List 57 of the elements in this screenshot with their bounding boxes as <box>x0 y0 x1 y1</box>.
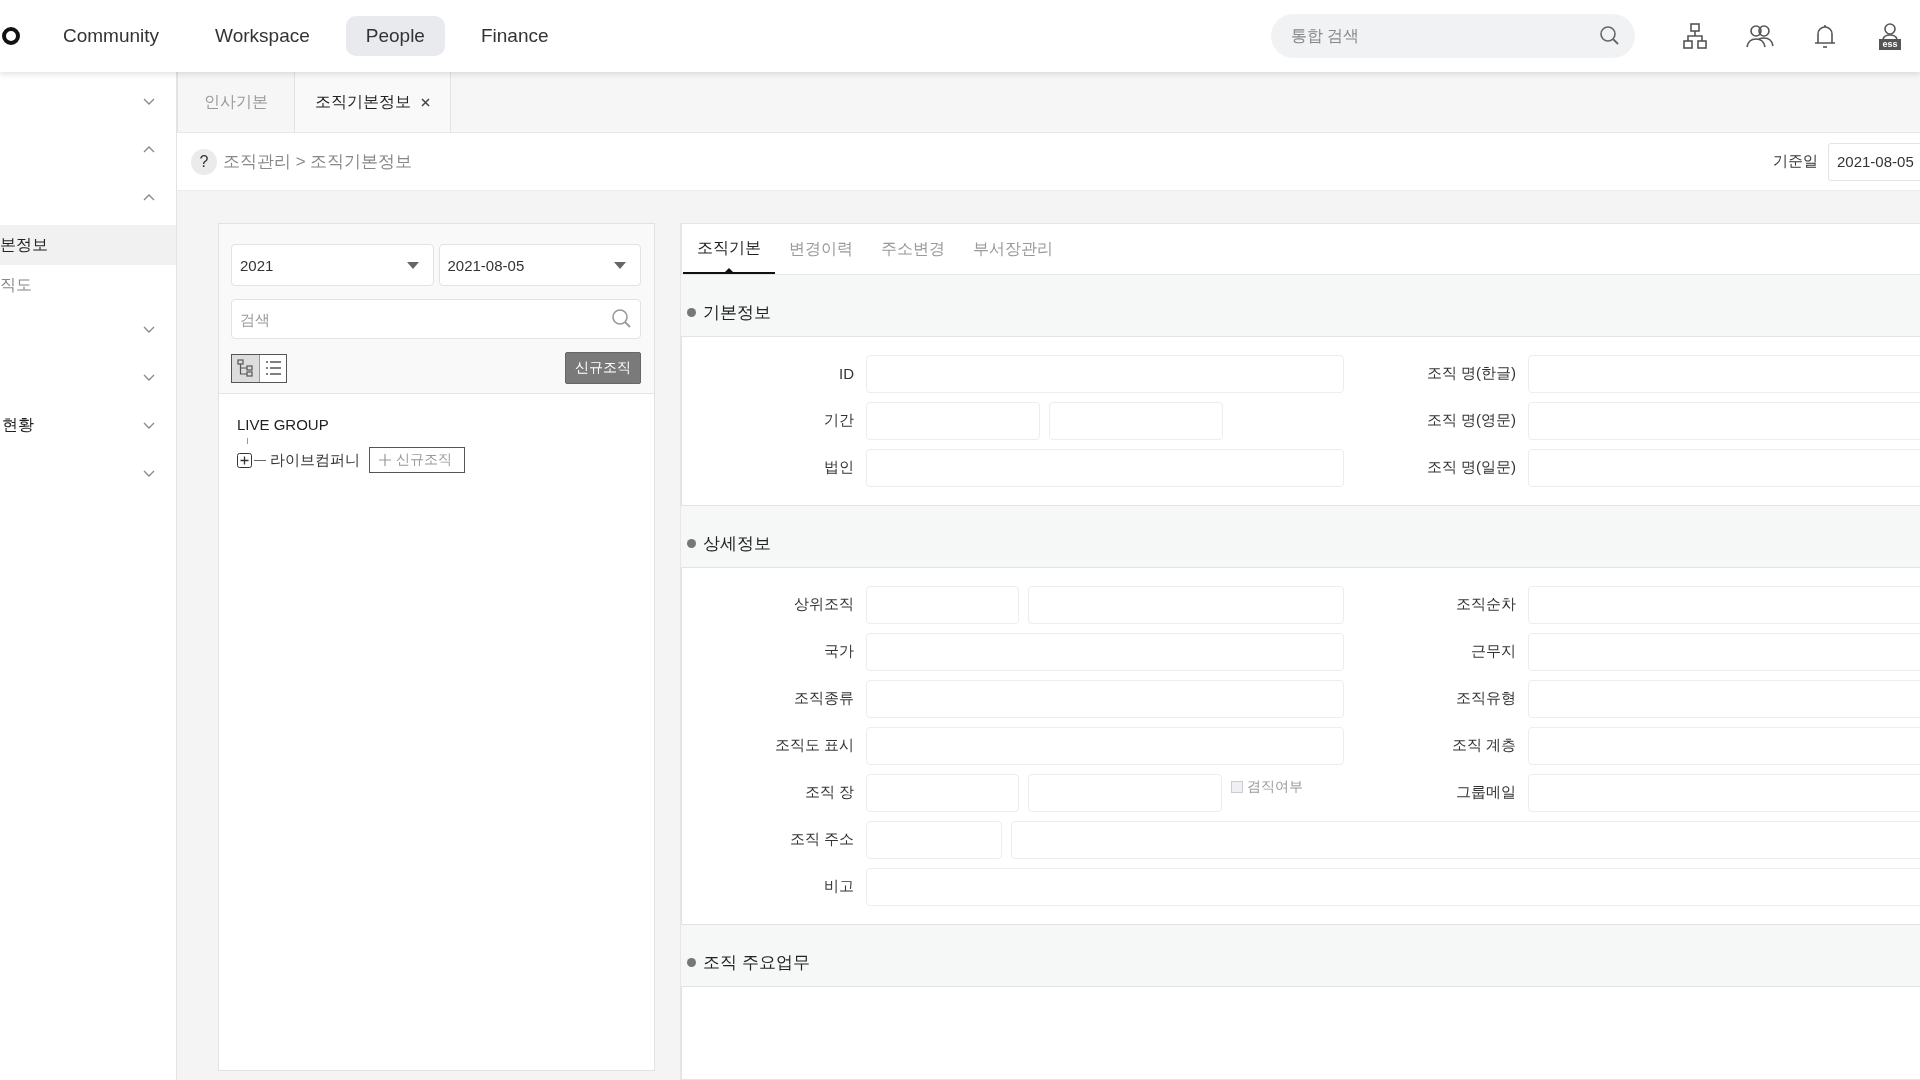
sidebar-item[interactable]: 본정보 <box>0 225 176 265</box>
field-label: 비고 <box>823 877 855 897</box>
field-label: 조직순차 <box>1455 595 1517 615</box>
field-label: 조직 명(영문) <box>1425 411 1517 431</box>
field-label: 조직도 표시 <box>773 736 855 756</box>
field-label: 조직 명(한글) <box>1425 364 1517 384</box>
field-label: 조직종류 <box>793 689 855 709</box>
caret-icon <box>406 261 419 269</box>
tree-node[interactable]: 라이브컴퍼니 <box>270 450 360 470</box>
nav-tab[interactable]: Community <box>43 16 180 56</box>
new-org-button[interactable]: 신규조직 <box>565 352 641 384</box>
tree-node[interactable]: LIVE GROUP <box>237 416 636 433</box>
bullet-icon <box>687 307 696 317</box>
logo-icon <box>0 25 22 47</box>
field-label: ID <box>838 365 855 383</box>
search-icon <box>1599 25 1621 47</box>
tree-view-icon <box>236 358 255 378</box>
field-label: 기간 <box>823 411 855 431</box>
field-label: 조직 명(일문) <box>1425 458 1517 478</box>
field-label: 법인 <box>823 458 855 478</box>
section-title: 기본정보 <box>703 301 771 324</box>
plus-icon <box>379 454 391 466</box>
year-select[interactable]: 2021 <box>231 244 434 286</box>
base-date-label: 기준일 <box>1773 152 1818 171</box>
breadcrumb: 조직관리 > 조직기본정보 <box>223 151 413 173</box>
checkbox-label: 겸직여부 <box>1247 777 1303 796</box>
date-select[interactable]: 2021-08-05 <box>438 244 641 286</box>
field-label: 조직 계층 <box>1450 736 1517 756</box>
field-label: 상위조직 <box>793 595 855 615</box>
bullet-icon <box>687 957 696 967</box>
close-icon[interactable] <box>421 97 430 107</box>
list-view-icon <box>263 358 283 378</box>
nav-tab[interactable]: Workspace <box>195 16 330 56</box>
field-label: 조직 주소 <box>788 830 855 850</box>
list-view-button[interactable] <box>259 354 286 382</box>
field-label: 근무지 <box>1470 642 1517 662</box>
field-label: 조직유형 <box>1455 689 1517 709</box>
sidebar-item[interactable]: 직도 <box>0 265 176 305</box>
bullet-icon <box>687 538 696 548</box>
caret-icon <box>614 261 626 269</box>
section-title: 상세정보 <box>703 532 771 555</box>
expand-icon[interactable] <box>237 452 252 468</box>
search-field[interactable]: 통합 검색 <box>1271 14 1635 58</box>
tree-view-button[interactable] <box>232 354 259 382</box>
field-label: 조직 장 <box>803 783 855 803</box>
section-title: 조직 주요업무 <box>703 951 810 974</box>
text-area[interactable] <box>681 985 1920 1080</box>
field-label: 국가 <box>823 642 855 662</box>
field-label: 그룹메일 <box>1455 783 1517 803</box>
search-icon <box>611 308 633 330</box>
nav-tab[interactable]: Finance <box>460 16 569 56</box>
date-field[interactable]: 2021-08-05 <box>1828 142 1920 181</box>
detail-tab[interactable]: 조직기본 <box>683 224 775 274</box>
search-field[interactable]: 검색 <box>231 299 641 339</box>
sidebar-group-label[interactable]: 현황 <box>2 414 34 436</box>
help-icon[interactable]: ? <box>191 148 217 175</box>
nav-tab[interactable]: People <box>345 16 445 56</box>
